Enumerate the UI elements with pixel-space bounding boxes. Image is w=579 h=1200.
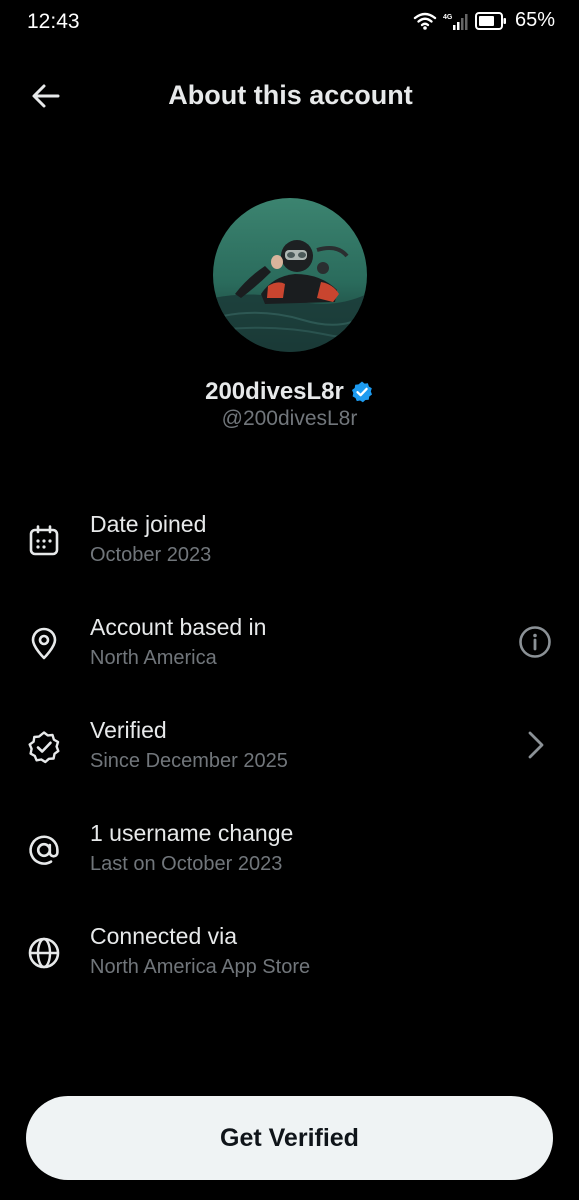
row-subtitle: Since December 2025: [90, 750, 288, 772]
location-pin-icon: [31, 627, 57, 660]
status-time: 12:43: [27, 10, 80, 33]
page-title: About this account: [168, 80, 413, 110]
avatar[interactable]: [213, 198, 367, 352]
display-name: 200divesL8r: [205, 378, 344, 405]
header: About this account: [0, 60, 579, 132]
wifi-icon: [413, 12, 437, 30]
display-name-row: 200divesL8r: [0, 378, 579, 406]
row-connected-via: Connected via North America App Store: [0, 923, 579, 1003]
battery-icon: [474, 11, 506, 30]
at-sign-icon: [29, 835, 59, 865]
info-icon[interactable]: [517, 624, 553, 660]
status-bar: 12:43 4G 65%: [0, 0, 579, 44]
battery-percentage: 65%: [514, 9, 555, 31]
row-username-change: 1 username change Last on October 2023: [0, 820, 579, 900]
diver-photo: [213, 198, 367, 352]
get-verified-button[interactable]: Get Verified: [26, 1096, 553, 1180]
row-subtitle: Last on October 2023: [90, 853, 283, 875]
cellular-signal-icon: 4G: [443, 13, 468, 30]
about-account-screen: 12:43 4G 65% About this account 200dives…: [0, 0, 579, 1200]
svg-text:4G: 4G: [443, 14, 453, 21]
row-account-based-in: Account based in North America: [0, 614, 579, 694]
row-title: Date joined: [90, 511, 207, 537]
row-title: Account based in: [90, 614, 267, 640]
globe-icon: [28, 937, 60, 969]
handle: @200divesL8r: [221, 407, 358, 430]
chevron-right-icon[interactable]: [517, 727, 553, 763]
row-verified[interactable]: Verified Since December 2025: [0, 717, 579, 797]
verified-badge-icon: [351, 381, 372, 403]
row-subtitle: October 2023: [90, 544, 212, 566]
status-icons: 4G 65%: [413, 9, 555, 32]
row-title: Verified: [90, 717, 167, 743]
row-title: 1 username change: [90, 820, 294, 846]
row-date-joined: Date joined October 2023: [0, 511, 579, 591]
calendar-icon: [29, 525, 59, 556]
row-subtitle: North America App Store: [90, 956, 311, 978]
row-title: Connected via: [90, 923, 238, 949]
row-subtitle: North America: [90, 647, 217, 669]
verified-badge-outline-icon: [28, 731, 60, 764]
